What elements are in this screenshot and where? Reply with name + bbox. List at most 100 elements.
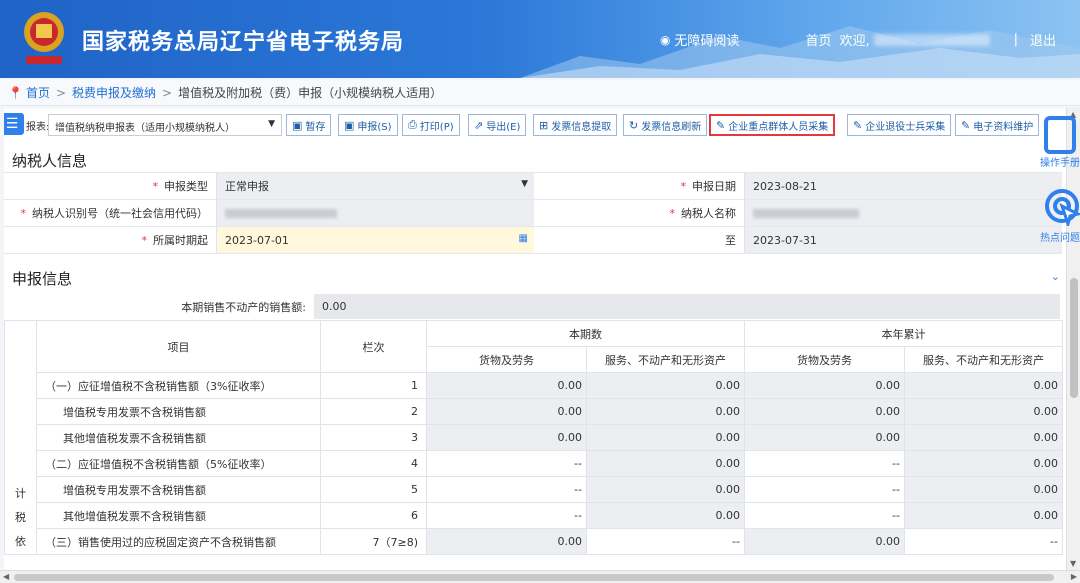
tin-blurred-value — [225, 208, 337, 218]
invoice-refresh-label: 发票信息刷新 — [641, 121, 702, 133]
chevron-down-icon[interactable]: ⌄ — [1051, 270, 1060, 283]
ytd-header: 本年累计 — [744, 320, 1063, 347]
cell-value: -- — [904, 528, 1063, 555]
cell-value[interactable]: 0.00 — [426, 424, 587, 451]
declare-icon: ▣ — [344, 118, 355, 132]
services-header: 服务、不动产和无形资产 — [904, 346, 1063, 373]
cell-value[interactable]: 0.00 — [586, 424, 745, 451]
declare-button[interactable]: ▣ 申报(S) — [338, 114, 398, 136]
cell-value: -- — [426, 450, 587, 477]
cell-value[interactable]: 0.00 — [586, 398, 745, 425]
export-button[interactable]: ⇗ 导出(E) — [468, 114, 527, 136]
cell-value: -- — [744, 476, 905, 503]
faq-label: 热点问题 — [1040, 233, 1080, 244]
real-estate-sales-row: 本期销售不动产的销售额: 0.00 — [8, 294, 1060, 319]
scroll-down-arrow-icon[interactable]: ▼ — [1070, 559, 1076, 568]
declaration-table: 项目 栏次 本期数 本年累计 货物及劳务 服务、不动产和无形资产 货物及劳务 服… — [4, 320, 1063, 555]
services-header: 服务、不动产和无形资产 — [586, 346, 745, 373]
row-col-no: 1 — [320, 372, 427, 399]
accessibility-link[interactable]: ◉ 无障碍阅读 — [659, 30, 740, 50]
form-row: * 纳税人识别号（统一社会信用代码） * 纳税人名称 — [4, 200, 1062, 227]
goods-header: 货物及劳务 — [744, 346, 905, 373]
print-button[interactable]: ⎙ 打印(P) — [402, 114, 460, 136]
caret-down-icon: ▼ — [268, 119, 275, 129]
faq-button[interactable]: 热点问题 — [1040, 186, 1080, 244]
form-type-select[interactable]: 增值税纳税申报表（适用小规模纳税人） ▼ — [48, 114, 282, 136]
taxpayer-form: * 申报类型 正常申报 ▼ * 申报日期 2023-08-21 * 纳税人识别号（统一社… — [4, 172, 1062, 254]
breadcrumb-tax-filing[interactable]: 税费申报及缴纳 — [72, 84, 156, 101]
vertical-scroll-thumb[interactable] — [1070, 278, 1078, 398]
row-item: 其他增值税发票不含税销售额 — [36, 424, 321, 451]
cell-value: -- — [426, 476, 587, 503]
period-start-input[interactable]: 2023-07-01 ▦ — [216, 227, 534, 253]
goods-header: 货物及劳务 — [426, 346, 587, 373]
form-select-label: 报表: — [26, 122, 50, 133]
row-item: 增值税专用发票不含税销售额 — [36, 476, 321, 503]
period-end-value: 2023-07-31 — [753, 233, 817, 247]
cell-value: 0.00 — [904, 372, 1063, 399]
tax-emblem-icon — [24, 12, 64, 64]
cell-value[interactable]: 0.00 — [586, 476, 745, 503]
eye-icon: ◉ — [659, 32, 671, 47]
breadcrumb-home[interactable]: 首页 — [26, 84, 50, 101]
table-row: （三）销售使用过的应税固定资产不含税销售额 7（7≥8) 0.00 -- 0.0… — [5, 528, 1063, 555]
row-col-no: 4 — [320, 450, 427, 477]
menu-toggle-icon[interactable]: ☰ — [4, 113, 24, 135]
site-title: 国家税务总局辽宁省电子税务局 — [82, 30, 405, 55]
tin-label: * 纳税人识别号（统一社会信用代码） — [4, 200, 216, 226]
logout-link[interactable]: 退出 — [1030, 30, 1056, 49]
home-link[interactable]: 首页 — [805, 30, 831, 49]
calendar-icon[interactable]: ▦ — [519, 233, 528, 244]
invoice-refresh-button[interactable]: ↻ 发票信息刷新 — [623, 114, 708, 136]
cell-value[interactable]: 0.00 — [426, 528, 587, 555]
decl-date-value: 2023-08-21 — [753, 179, 817, 193]
key-group-collect-button[interactable]: ✎ 企业重点群体人员采集 — [709, 114, 836, 136]
side-label-char: 计 — [15, 487, 26, 500]
table-row: 计 税 依 （一）应征增值税不含税销售额（3%征收率） 1 0.00 0.00 … — [4, 372, 1063, 555]
cell-value[interactable]: 0.00 — [426, 398, 587, 425]
scroll-right-arrow-icon[interactable]: ▶ — [1071, 572, 1077, 581]
save-draft-button[interactable]: ▣ 暂存 — [286, 114, 332, 136]
scroll-left-arrow-icon[interactable]: ◀ — [3, 572, 9, 581]
decl-type-select[interactable]: 正常申报 ▼ — [216, 173, 534, 199]
cell-value: 0.00 — [904, 450, 1063, 477]
decl-type-value: 正常申报 — [225, 180, 269, 193]
cell-value: 0.00 — [904, 502, 1063, 529]
form-type-value: 增值税纳税申报表（适用小规模纳税人） — [55, 123, 235, 134]
e-document-label: 电子资料维护 — [973, 121, 1034, 133]
taxpayer-name-field — [744, 200, 1062, 226]
form-row: * 所属时期起 2023-07-01 ▦ 至 2023-07-31 — [4, 227, 1062, 254]
declaration-section-title: 申报信息 — [12, 270, 73, 288]
edit-icon: ✎ — [853, 118, 863, 132]
cell-value[interactable]: 0.00 — [586, 502, 745, 529]
cell-value: -- — [426, 502, 587, 529]
breadcrumb-arrow: > — [55, 85, 67, 100]
current-period-header: 本期数 — [426, 320, 745, 347]
side-label-char: 税 — [15, 511, 26, 524]
row-col-no: 3 — [320, 424, 427, 451]
header-separator: | — [1013, 32, 1018, 47]
row-col-no: 7（7≥8) — [320, 528, 427, 555]
row-item: 增值税专用发票不含税销售额 — [36, 398, 321, 425]
cell-value: -- — [586, 528, 745, 555]
invoice-extract-button[interactable]: ⊞ 发票信息提取 — [533, 114, 618, 136]
toolbar: ☰ 报表: 增值税纳税申报表（适用小规模纳税人） ▼ ▣ 暂存 ▣ 申报(S) ⎙ 打… — [4, 113, 1066, 137]
declare-label: 申报(S) — [357, 121, 392, 133]
e-document-button[interactable]: ✎ 电子资料维护 — [955, 114, 1040, 136]
taxpayer-name-blurred-value — [753, 208, 859, 218]
veteran-collect-button[interactable]: ✎ 企业退役士兵采集 — [847, 114, 952, 136]
cell-value[interactable]: 0.00 — [426, 372, 587, 399]
cell-value[interactable]: 0.00 — [586, 372, 745, 399]
operation-manual-button[interactable]: 操作手册 — [1040, 116, 1080, 169]
side-label: 计 税 依 — [4, 372, 37, 555]
side-header-blank — [4, 320, 37, 373]
horizontal-scroll-thumb[interactable] — [14, 574, 1054, 581]
user-name-blurred — [873, 33, 990, 46]
table-row: 其他增值税发票不含税销售额 6 -- 0.00 -- 0.00 — [5, 502, 1063, 529]
manual-book-icon — [1044, 116, 1076, 154]
cell-value[interactable]: 0.00 — [586, 450, 745, 477]
item-header: 项目 — [36, 320, 321, 373]
breadcrumb-arrow: > — [162, 85, 173, 100]
horizontal-scrollbar[interactable]: ◀ ▶ — [0, 570, 1080, 583]
cell-value: -- — [744, 502, 905, 529]
